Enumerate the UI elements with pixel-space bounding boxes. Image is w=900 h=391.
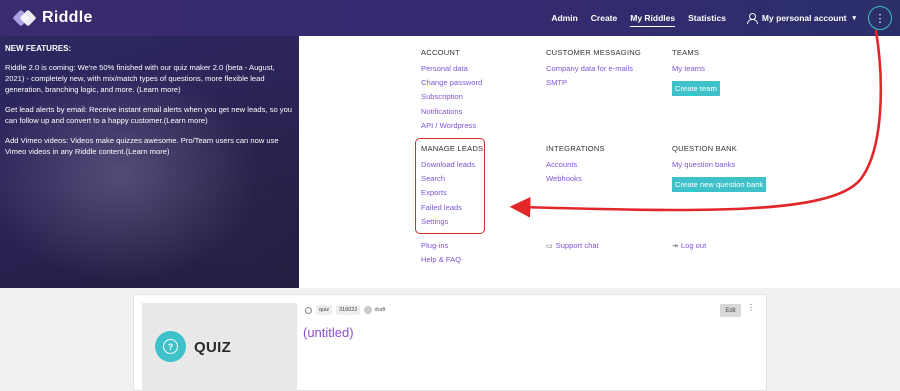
account-label: My personal account — [761, 13, 847, 23]
edit-button[interactable]: Edit — [720, 304, 741, 317]
account-menu-dropdown: ACCOUNT Personal data Change password Su… — [299, 36, 900, 288]
quiz-badge: ? — [155, 331, 186, 362]
clock-icon — [305, 306, 312, 314]
thumbnail-type-label: QUIZ — [194, 339, 232, 356]
nav-create[interactable]: Create — [591, 10, 617, 26]
menu-section-teams: TEAMS My teams Create team — [672, 48, 720, 97]
logout-label: Log out — [680, 241, 707, 250]
menu-change-password[interactable]: Change password — [421, 76, 482, 90]
kebab-icon: ⋮ — [874, 12, 886, 25]
section-heading-customer-messaging: CUSTOMER MESSAGING — [546, 48, 642, 57]
support-chat-label: Support chat — [555, 241, 599, 250]
kebab-menu-button[interactable]: ⋮ — [868, 6, 892, 30]
nav-statistics[interactable]: Statistics — [688, 10, 726, 26]
menu-logout[interactable]: ⇥ Log out — [672, 239, 706, 254]
section-heading-account: ACCOUNT — [421, 48, 460, 57]
menu-api-wordpress[interactable]: API / Wordpress — [421, 119, 482, 133]
status-badge: draft — [364, 306, 385, 314]
menu-personal-data[interactable]: Personal data — [421, 62, 482, 76]
menu-company-data-emails[interactable]: Company data for e-mails — [546, 62, 641, 76]
section-heading-integrations: INTEGRATIONS — [546, 144, 605, 153]
manage-leads-highlight — [415, 138, 485, 234]
riddle-logo[interactable]: Riddle — [12, 9, 93, 27]
section-heading-teams: TEAMS — [672, 48, 700, 57]
card-more-icon[interactable]: ⋮ — [746, 303, 756, 317]
menu-section-customer-messaging: CUSTOMER MESSAGING Company data for e-ma… — [546, 48, 641, 90]
menu-my-question-banks[interactable]: My question banks — [672, 158, 766, 172]
menu-section-question-bank: QUESTION BANK My question banks Create n… — [672, 144, 767, 193]
question-mark-icon: ? — [163, 339, 178, 354]
feature-lead-alerts[interactable]: Get lead alerts by email: Receive instan… — [5, 104, 294, 126]
top-navbar: Riddle Admin Create My Riddles Statistic… — [0, 0, 900, 36]
riddle-title[interactable]: (untitled) — [303, 325, 354, 340]
nav-links: Admin Create My Riddles Statistics My pe… — [551, 0, 900, 36]
section-heading-question-bank: QUESTION BANK — [672, 144, 738, 153]
feature-riddle-2[interactable]: Riddle 2.0 is coming: We're 50% finished… — [5, 62, 294, 95]
menu-my-teams[interactable]: My teams — [672, 62, 720, 76]
menu-footer-middle: ▭ Support chat — [546, 239, 599, 254]
menu-footer-left: Plug-ins Help & FAQ — [421, 239, 461, 267]
logout-icon: ⇥ — [672, 243, 678, 250]
create-question-bank-button[interactable]: Create new question bank — [672, 177, 767, 193]
chat-icon: ▭ — [546, 243, 553, 250]
id-chip: 316022 — [336, 305, 361, 315]
menu-accounts[interactable]: Accounts — [546, 158, 605, 172]
nav-admin[interactable]: Admin — [551, 10, 577, 26]
nav-my-riddles[interactable]: My Riddles — [630, 10, 676, 27]
menu-notifications[interactable]: Notifications — [421, 105, 482, 119]
feature-vimeo[interactable]: Add Vimeo videos: Videos make quizzes aw… — [5, 135, 294, 157]
create-team-button[interactable]: Create team — [672, 81, 720, 97]
menu-subscription[interactable]: Subscription — [421, 90, 482, 104]
menu-section-account: ACCOUNT Personal data Change password Su… — [421, 48, 482, 133]
menu-plugins[interactable]: Plug-ins — [421, 239, 461, 253]
new-features-panel: NEW FEATURES: Riddle 2.0 is coming: We'r… — [0, 36, 299, 288]
brand-name: Riddle — [42, 9, 93, 26]
draft-status-icon — [364, 306, 373, 314]
user-icon — [746, 13, 758, 24]
type-chip: quiz — [316, 305, 333, 315]
menu-smtp[interactable]: SMTP — [546, 76, 641, 90]
status-label: draft — [374, 307, 386, 313]
menu-support-chat[interactable]: ▭ Support chat — [546, 239, 599, 254]
menu-footer-right: ⇥ Log out — [672, 239, 706, 254]
menu-section-integrations: INTEGRATIONS Accounts Webhooks — [546, 144, 605, 186]
account-dropdown[interactable]: My personal account ▾ — [746, 13, 856, 24]
riddle-logo-icon — [12, 9, 37, 27]
features-title: NEW FEATURES: — [5, 44, 72, 53]
menu-help-faq[interactable]: Help & FAQ — [421, 253, 461, 267]
menu-webhooks[interactable]: Webhooks — [546, 172, 605, 186]
riddle-meta: quiz 316022 draft — [305, 305, 385, 315]
caret-down-icon: ▾ — [852, 15, 856, 22]
